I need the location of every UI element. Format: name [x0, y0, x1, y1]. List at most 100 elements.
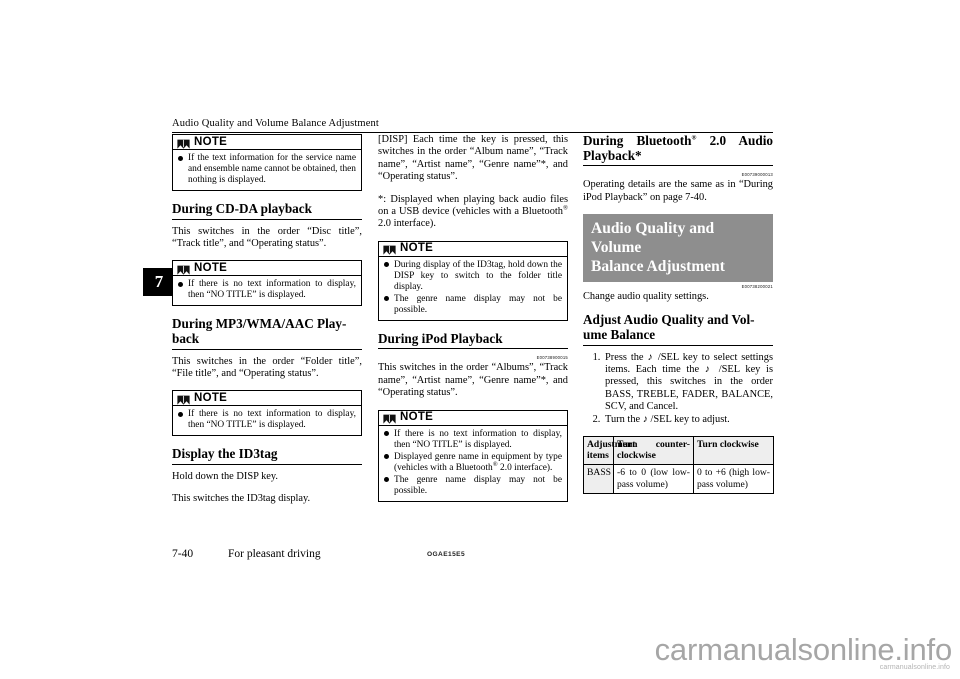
heading-text-line2: back	[172, 331, 200, 346]
heading-rule	[583, 165, 773, 167]
note-header: NOTE	[379, 411, 567, 426]
paragraph-disp-key: [DISP] Each time the key is pressed, thi…	[378, 134, 568, 183]
note-box-no-title-mp3: NOTE If there is no text information to …	[172, 390, 362, 437]
note-book-icon	[383, 243, 396, 255]
paragraph-cd-da: This switches in the order “Disc title”,…	[172, 225, 362, 249]
note-item-text: The genre name display may not be possib…	[394, 474, 562, 496]
note-item-text: The genre name display may not be possib…	[394, 293, 562, 315]
heading-text-line1: Adjust Audio Quality and Vol-	[583, 312, 755, 328]
note-body: If there is no text information to displ…	[173, 276, 361, 305]
note-item-text: If there is no text information to displ…	[394, 428, 562, 450]
footer-document-code: OGAE15E5	[427, 551, 466, 558]
footnote-text-post: 2.0 interface).	[378, 218, 436, 230]
heading-during-ipod-playback: During iPod Playback	[378, 330, 568, 350]
heading-cd-da-playback: During CD-DA playback	[172, 201, 362, 220]
note-box-id3tag-hold: NOTE During display of the ID3tag, hold …	[378, 240, 568, 321]
paragraph-id3tag-2: This switches the ID3tag display.	[172, 493, 311, 505]
note-title: NOTE	[194, 135, 228, 148]
table-row: BASS -6 to 0 (low low-pass volume) 0 to …	[583, 464, 774, 494]
bullet-icon	[384, 477, 389, 483]
table-header-row: Adjustment items Turn counter-clockwise …	[583, 436, 774, 466]
note-box-ipod-genre: NOTE If there is no text information to …	[378, 409, 568, 502]
heading-text-pre: During Bluetooth	[583, 133, 692, 148]
paragraph-bluetooth: Operating details are the same as in “Du…	[583, 179, 773, 203]
bullet-icon	[178, 281, 183, 287]
manual-page: Audio Quality and Volume Balance Adjustm…	[0, 0, 960, 679]
note-item-text: If there is no text information to displ…	[188, 279, 356, 301]
table-header-clockwise: Turn clockwise	[693, 436, 774, 466]
heading-text: During Bluetooth® 2.0 Audio Playback*	[583, 133, 773, 163]
step-text-line2: Each time the ♪ /SEL key is pressed, thi…	[605, 364, 773, 413]
note-title: NOTE	[400, 242, 434, 255]
note-header: NOTE	[379, 242, 567, 257]
note-item-text: If there is no text information to displ…	[188, 409, 356, 431]
footer-page-number: 7-40	[172, 548, 194, 560]
footer-section-name: For pleasant driving	[228, 548, 321, 560]
note-title: NOTE	[194, 391, 228, 404]
paragraph-change-audio-quality: Change audio quality settings.	[583, 291, 709, 302]
note-body: If there is no text information to displ…	[173, 406, 361, 435]
note-header: NOTE	[173, 135, 361, 150]
note-item: If the text information for the service …	[178, 153, 356, 186]
note-item: Displayed genre name in equipment by typ…	[384, 452, 562, 474]
reference-code-ipod: E00738900015	[536, 355, 568, 361]
paragraph-ipod: This switches in the order “Albums”, “Tr…	[378, 362, 568, 399]
table-header-adjustment-items: Adjustment items	[583, 436, 636, 466]
banner-line-2: Balance Adjustment	[591, 258, 725, 275]
left-column: NOTE If the text information for the ser…	[172, 134, 362, 506]
step-item: Press the ♪ /SEL key to select settings …	[603, 352, 773, 414]
note-item-text-post: 2.0 interface).	[497, 462, 553, 473]
heading-text: During iPod Playback	[378, 330, 503, 346]
bullet-icon	[178, 155, 183, 161]
table-header-counter-clockwise: Turn counter-clockwise	[613, 436, 694, 466]
watermark-large: carmanualsonline.info	[654, 632, 953, 667]
reference-code-bluetooth: E00739000013	[741, 172, 773, 178]
procedure-steps: Press the ♪ /SEL key to select settings …	[583, 352, 773, 426]
paragraph-id3tag-1: Hold down the DISP key.	[172, 471, 279, 482]
table-cell-ccw: -6 to 0 (low low-pass volume)	[613, 464, 694, 494]
watermark-small: carmanualsonline.info	[879, 664, 950, 671]
heading-text: During CD-DA playback	[172, 201, 312, 216]
note-body: If the text information for the service …	[173, 150, 361, 190]
table-cell-item: BASS	[583, 464, 614, 494]
heading-rule	[172, 464, 362, 465]
heading-during-bluetooth-playback: During Bluetooth® 2.0 Audio Playback*	[583, 133, 773, 167]
heading-display-id3tag: Display the ID3tag	[172, 447, 362, 465]
bullet-icon	[384, 262, 389, 268]
note-book-icon	[177, 393, 190, 405]
note-item-text: During display of the ID3tag, hold down …	[394, 259, 562, 292]
middle-column: [DISP] Each time the key is pressed, thi…	[378, 134, 568, 513]
bullet-icon	[384, 296, 389, 302]
paragraph-mp3: This switches in the order “Folder title…	[172, 355, 362, 379]
adjustment-table: Adjustment items Turn counter-clockwise …	[583, 436, 774, 494]
step-item: Turn the ♪ /SEL key to adjust.	[603, 414, 773, 426]
page-footer: 7-40 For pleasant driving OGAE15E5	[172, 548, 773, 562]
note-box-service-name: NOTE If the text information for the ser…	[172, 134, 362, 191]
note-item: The genre name display may not be possib…	[384, 475, 562, 497]
heading-adjust-audio-quality: Adjust Audio Quality and Vol- ume Balanc…	[583, 312, 773, 346]
note-book-icon	[177, 137, 190, 149]
registered-trademark-icon: ®	[562, 204, 568, 212]
note-header: NOTE	[173, 261, 361, 277]
bullet-icon	[384, 431, 389, 437]
bullet-icon	[178, 411, 183, 417]
chapter-tab-number: 7	[154, 272, 164, 291]
heading-text: Display the ID3tag	[172, 446, 278, 462]
note-item: If there is no text information to displ…	[384, 429, 562, 451]
heading-text-line1: During MP3/WMA/AAC Play-	[172, 316, 347, 332]
note-item-text: If the text information for the service …	[188, 153, 356, 185]
footnote-text-pre: *: Displayed when playing back audio fil…	[378, 193, 568, 218]
heading-rule	[172, 218, 362, 220]
heading-mp3-wma-aac-playback: During MP3/WMA/AAC Play- back	[172, 316, 362, 350]
chapter-tab: 7	[143, 268, 175, 296]
note-item: The genre name display may not be possib…	[384, 294, 562, 316]
section-banner-audio-quality: Audio Quality and Volume Balance Adjustm…	[583, 214, 773, 282]
running-header: Audio Quality and Volume Balance Adjustm…	[172, 118, 773, 133]
banner-line-1: Audio Quality and Volume	[591, 220, 715, 256]
note-title: NOTE	[194, 261, 228, 274]
note-box-no-title-cd: NOTE If there is no text information to …	[172, 260, 362, 307]
note-item: During display of the ID3tag, hold down …	[384, 260, 562, 293]
step-text: Turn the ♪ /SEL key to adjust.	[605, 413, 730, 425]
note-item: If there is no text information to displ…	[178, 409, 356, 431]
bullet-icon	[384, 454, 389, 460]
